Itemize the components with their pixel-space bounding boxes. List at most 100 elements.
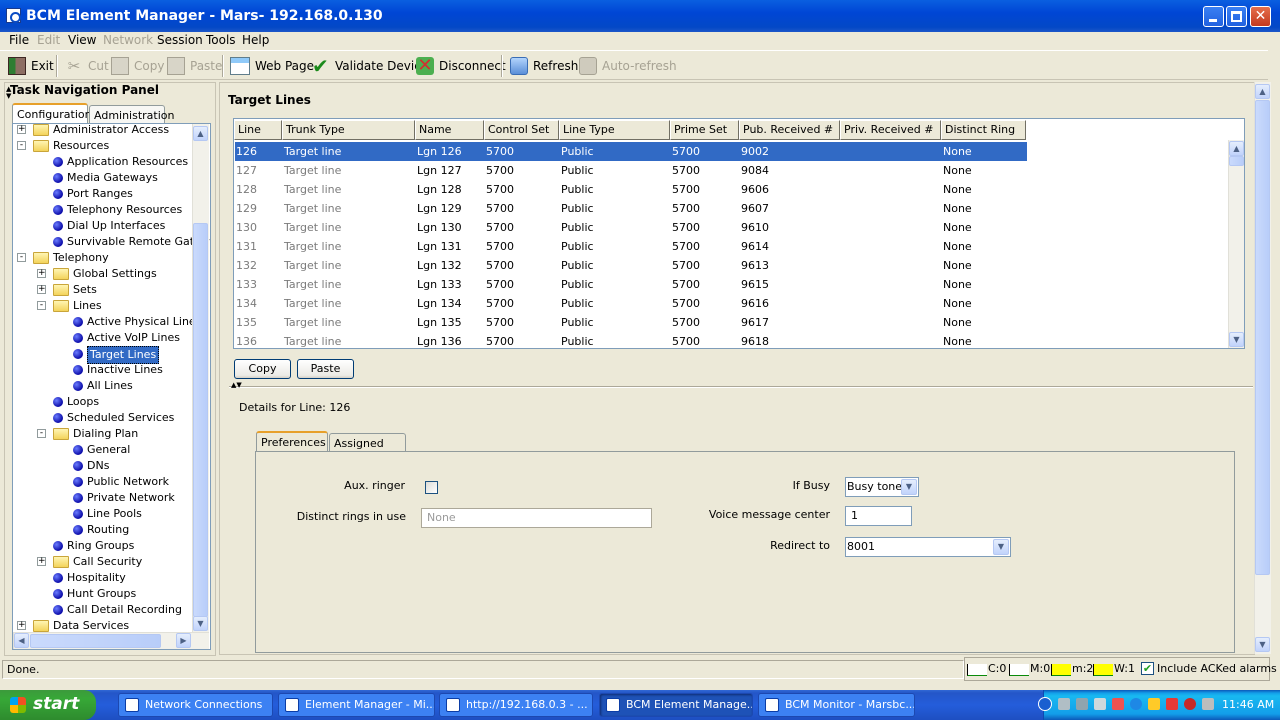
menu-session[interactable]: Session [157, 33, 203, 47]
tab-assigned-dns[interactable]: Assigned DNs [329, 433, 406, 463]
paste-button[interactable]: Paste [297, 359, 354, 379]
tree-node[interactable]: Routing [13, 522, 210, 538]
tray-icon[interactable] [1184, 698, 1196, 710]
task-element-manager[interactable]: Element Manager - Mi... [278, 693, 435, 717]
tree-scroll-thumb[interactable] [193, 223, 208, 617]
task-bcm-monitor[interactable]: BCM Monitor - Marsbc... [758, 693, 915, 717]
table-row[interactable]: 128 Target line Lgn 128 5700 Public 5700 9606 N… [235, 180, 1027, 199]
tree-node[interactable]: Ring Groups [13, 538, 210, 554]
tree-node[interactable]: Call Detail Recording [13, 602, 210, 618]
tree-node[interactable]: Active Physical Lines [13, 314, 210, 330]
expand-icon[interactable]: + [37, 285, 46, 294]
refresh-button[interactable]: Refresh [510, 51, 578, 81]
voice-message-field[interactable]: 1 [845, 506, 912, 526]
tree-node[interactable]: General [13, 442, 210, 458]
menu-edit[interactable]: Edit [37, 33, 60, 47]
maximize-button[interactable] [1226, 6, 1247, 27]
tree-node[interactable]: - Dialing Plan [13, 426, 210, 442]
table-scroll-thumb[interactable] [1229, 156, 1244, 166]
paste-toolbar-button[interactable]: Paste [167, 51, 222, 81]
table-vertical-scrollbar[interactable] [1228, 140, 1244, 348]
tree-node[interactable]: Hunt Groups [13, 586, 210, 602]
tree-scroll-down-button[interactable]: ▼ [193, 616, 208, 631]
column-header[interactable]: Pub. Received # [739, 120, 840, 140]
table-scroll-down-button[interactable]: ▼ [1229, 332, 1244, 347]
tree-node[interactable]: Telephony Resources [13, 202, 210, 218]
column-header[interactable]: Distinct Ring [941, 120, 1026, 140]
tree-node[interactable]: DNs [13, 458, 210, 474]
bluetooth-icon[interactable] [1130, 698, 1142, 710]
column-header[interactable]: Line Type [559, 120, 670, 140]
tree-node[interactable]: Survivable Remote Gatew [13, 234, 210, 250]
tree-node[interactable]: Hospitality [13, 570, 210, 586]
tree-scroll-right-button[interactable]: ▶ [176, 633, 191, 648]
table-row[interactable]: 135 Target line Lgn 135 5700 Public 5700 9617 N… [235, 313, 1027, 332]
minimize-button[interactable] [1203, 6, 1224, 27]
chevron-down-icon[interactable]: ▼ [901, 479, 917, 495]
menu-file[interactable]: File [9, 33, 29, 47]
web-page-button[interactable]: Web Page [230, 51, 314, 81]
tree-node[interactable]: - Resources [13, 138, 210, 154]
disconnect-button[interactable]: ✕ Disconnect [416, 51, 506, 81]
column-header[interactable]: Line [234, 120, 282, 140]
tree-node[interactable]: Public Network [13, 474, 210, 490]
tree-node[interactable]: Line Pools [13, 506, 210, 522]
tree-node[interactable]: Private Network [13, 490, 210, 506]
tree-node[interactable]: + Sets [13, 282, 210, 298]
collapse-icon[interactable]: - [17, 253, 26, 262]
close-button[interactable]: ✕ [1250, 6, 1271, 27]
tree-scroll-up-button[interactable]: ▲ [193, 126, 208, 141]
redirect-to-select[interactable]: 8001 ▼ [845, 537, 1011, 557]
tree-node[interactable]: Dial Up Interfaces [13, 218, 210, 234]
tray-icon[interactable] [1148, 698, 1160, 710]
tree-node[interactable]: Target Lines [13, 346, 210, 364]
volume-icon[interactable] [1202, 698, 1214, 710]
tree-node[interactable]: Active VoIP Lines [13, 330, 210, 346]
exit-button[interactable]: Exit [8, 51, 54, 81]
table-row[interactable]: 130 Target line Lgn 130 5700 Public 5700 9610 N… [235, 218, 1027, 237]
tab-preferences[interactable]: Preferences [256, 431, 328, 452]
tray-monitor-icon[interactable] [1076, 698, 1088, 710]
tab-configuration[interactable]: Configuration [12, 103, 92, 125]
if-busy-select[interactable]: Busy tone ▼ [845, 477, 919, 497]
tray-icon[interactable] [1094, 698, 1106, 710]
tree-node[interactable]: Media Gateways [13, 170, 210, 186]
tree-node[interactable]: Inactive Lines [13, 362, 210, 378]
column-header[interactable]: Control Set [484, 120, 559, 140]
tray-expand-icon[interactable] [1038, 697, 1052, 711]
table-row[interactable]: 133 Target line Lgn 133 5700 Public 5700 9615 N… [235, 275, 1027, 294]
expand-icon[interactable]: + [37, 269, 46, 278]
tray-icon[interactable] [1166, 698, 1178, 710]
auto-refresh-button[interactable]: Auto-refresh [579, 51, 677, 81]
tree-node[interactable]: + Administrator Access [13, 124, 210, 138]
tree-node[interactable]: Loops [13, 394, 210, 410]
copy-button[interactable]: Copy [234, 359, 291, 379]
expand-icon[interactable]: + [37, 557, 46, 566]
task-http[interactable]: http://192.168.0.3 - ... [439, 693, 593, 717]
menu-help[interactable]: Help [242, 33, 269, 47]
expand-icon[interactable]: + [17, 621, 26, 630]
collapse-icon[interactable]: - [17, 141, 26, 150]
table-row[interactable]: 126 Target line Lgn 126 5700 Public 5700 9002 N… [235, 142, 1027, 161]
main-scroll-up-button[interactable]: ▲ [1255, 84, 1270, 99]
menu-view[interactable]: View [68, 33, 96, 47]
menu-network[interactable]: Network [103, 33, 153, 47]
tree-node[interactable]: - Lines [13, 298, 210, 314]
aux-ringer-checkbox[interactable] [425, 481, 438, 494]
task-network-connections[interactable]: Network Connections [118, 693, 273, 717]
collapse-icon[interactable]: - [37, 301, 46, 310]
tab-administration[interactable]: Administration [89, 105, 175, 125]
tray-icon[interactable] [1112, 698, 1124, 710]
copy-toolbar-button[interactable]: Copy [111, 51, 164, 81]
column-header[interactable]: Priv. Received # [840, 120, 941, 140]
tray-network-icon[interactable] [1058, 698, 1070, 710]
chevron-down-icon[interactable]: ▼ [993, 539, 1009, 555]
tree-scroll-hthumb[interactable] [30, 634, 161, 648]
table-row[interactable]: 131 Target line Lgn 131 5700 Public 5700 9614 N… [235, 237, 1027, 256]
menu-tools[interactable]: Tools [206, 33, 236, 47]
include-acked-checkbox[interactable]: ✔ [1141, 662, 1154, 675]
expand-icon[interactable]: + [17, 125, 26, 134]
tree-node[interactable]: + Global Settings [13, 266, 210, 282]
table-row[interactable]: 134 Target line Lgn 134 5700 Public 5700 9616 N… [235, 294, 1027, 313]
tree-node[interactable]: All Lines [13, 378, 210, 394]
